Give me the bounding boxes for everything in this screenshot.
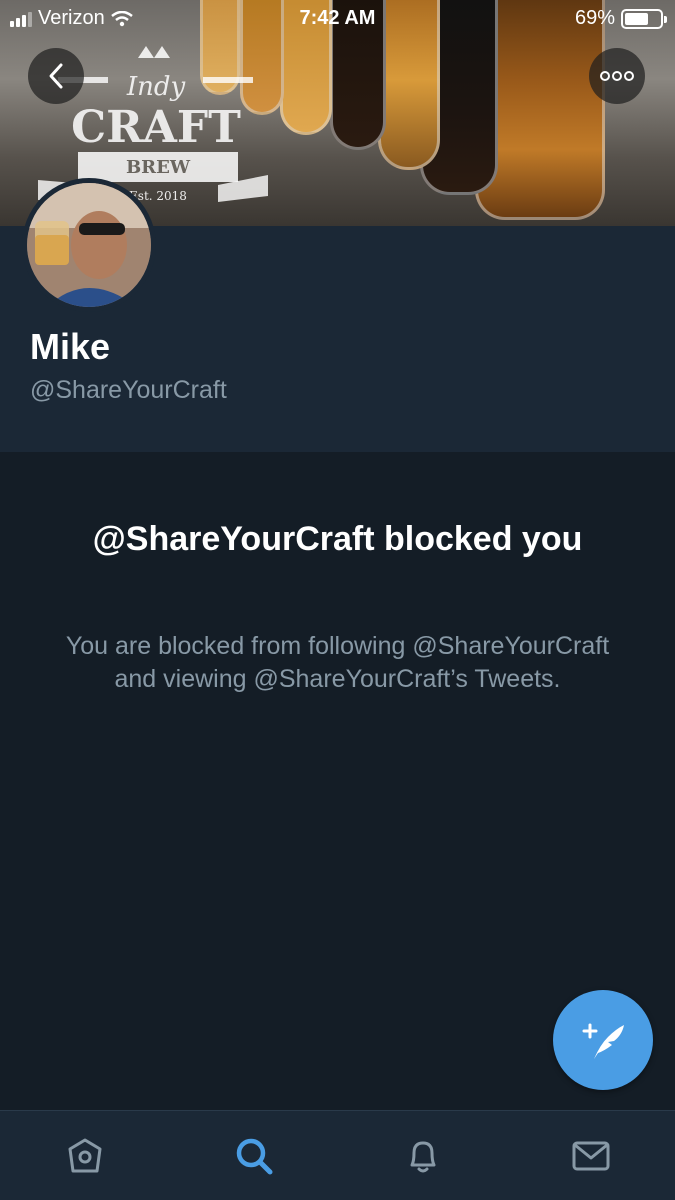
back-button[interactable]	[28, 48, 84, 104]
avatar[interactable]	[22, 178, 156, 312]
bell-icon	[410, 1141, 436, 1173]
avatar-image	[27, 183, 151, 307]
tab-home[interactable]	[62, 1133, 108, 1179]
battery-percent: 69%	[574, 7, 615, 29]
home-icon	[68, 1138, 102, 1173]
more-options-button[interactable]	[589, 48, 645, 104]
compose-tweet-icon	[582, 1023, 624, 1059]
clock: 7:42 AM	[299, 7, 376, 29]
tab-bar	[0, 1110, 675, 1200]
battery-icon	[621, 8, 667, 29]
blocked-message: You are blocked from following @ShareYou…	[65, 632, 610, 693]
profile-name: Mike	[30, 326, 111, 367]
logo-top-text: Indy	[126, 72, 186, 102]
blocked-title: @ShareYourCraft blocked you	[92, 520, 583, 558]
status-bar: Verizon 7:42 AM 69%	[0, 0, 675, 38]
logo-sub-text: BREW	[126, 157, 191, 178]
profile-handle: @ShareYourCraft	[30, 376, 227, 404]
tab-messages[interactable]	[568, 1133, 614, 1179]
tab-search[interactable]	[231, 1133, 277, 1179]
tab-notifications[interactable]	[400, 1133, 446, 1179]
search-icon	[236, 1138, 273, 1175]
chevron-left-icon	[49, 63, 63, 89]
compose-tweet-button[interactable]	[553, 990, 653, 1090]
logo-main-text: CRAFT	[71, 102, 241, 153]
more-dots-icon	[600, 71, 634, 81]
mail-icon	[572, 1141, 610, 1171]
